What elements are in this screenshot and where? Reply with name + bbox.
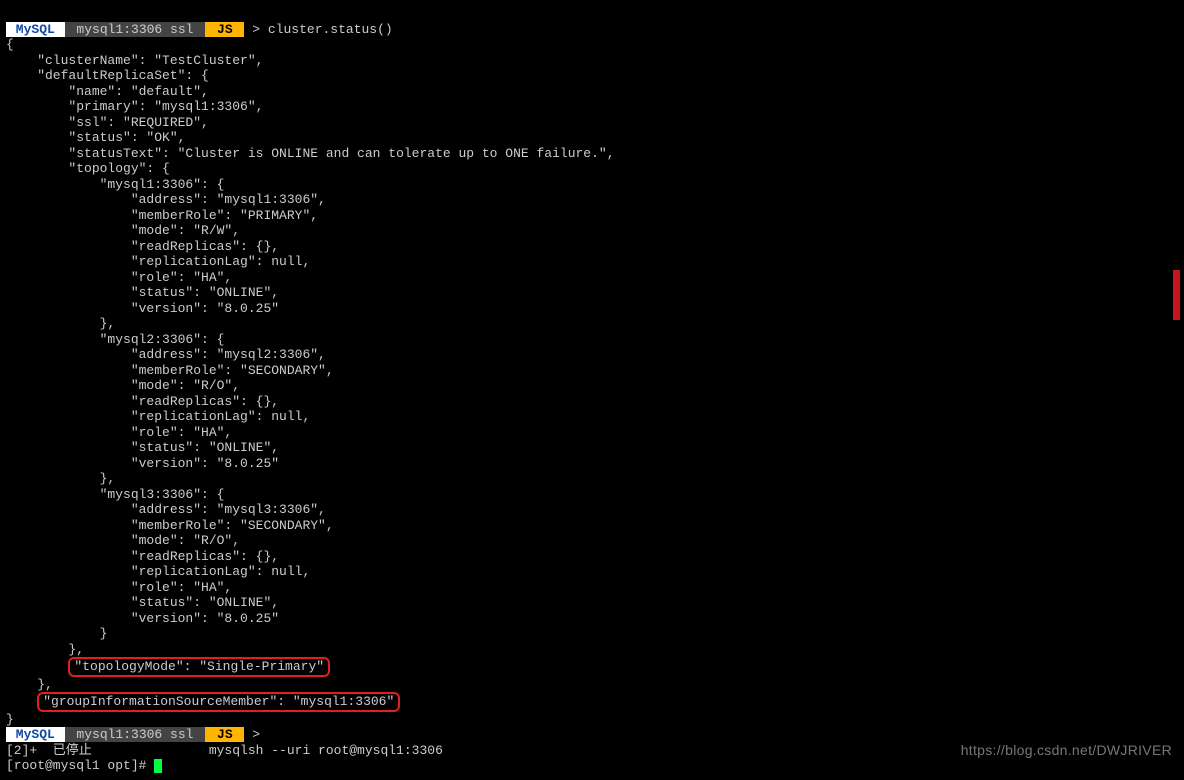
- watermark-text: https://blog.csdn.net/DWJRIVER: [961, 743, 1172, 759]
- command-text: cluster.status(): [268, 22, 393, 37]
- json-line: "readReplicas": {},: [6, 239, 279, 254]
- mysql-tag: MySQL: [6, 22, 65, 37]
- json-line: }: [6, 626, 107, 641]
- scrollbar-thumb[interactable]: [1173, 270, 1180, 320]
- json-line: "role": "HA",: [6, 425, 232, 440]
- json-line: "replicationLag": null,: [6, 409, 310, 424]
- json-line: "version": "8.0.25": [6, 301, 279, 316]
- highlight-group-info-source: "groupInformationSourceMember": "mysql1:…: [37, 692, 400, 712]
- json-line: "address": "mysql2:3306",: [6, 347, 326, 362]
- json-line: "address": "mysql1:3306",: [6, 192, 326, 207]
- json-line: },: [6, 642, 84, 657]
- json-line: "mysql1:3306": {: [6, 177, 224, 192]
- json-line: "version": "8.0.25": [6, 456, 279, 471]
- terminal-output[interactable]: MySQL mysql1:3306 ssl JS > cluster.statu…: [0, 0, 1184, 780]
- root-prompt[interactable]: [root@mysql1 opt]#: [6, 758, 154, 773]
- prompt-chevron: >: [252, 727, 260, 742]
- json-line: "statusText": "Cluster is ONLINE and can…: [6, 146, 615, 161]
- json-line: },: [6, 471, 115, 486]
- json-line: }: [6, 712, 14, 727]
- json-line: "mode": "R/O",: [6, 378, 240, 393]
- json-line: "name": "default",: [6, 84, 209, 99]
- json-line: "status": "ONLINE",: [6, 285, 279, 300]
- json-line: "memberRole": "PRIMARY",: [6, 208, 318, 223]
- json-line: "readReplicas": {},: [6, 394, 279, 409]
- stopped-line: [2]+ 已停止 mysqlsh --uri root@mysql1:3306: [6, 743, 443, 758]
- js-tag: JS: [205, 727, 244, 742]
- json-line: "address": "mysql3:3306",: [6, 502, 326, 517]
- json-line: "version": "8.0.25": [6, 611, 279, 626]
- json-line: "readReplicas": {},: [6, 549, 279, 564]
- json-line: "status": "ONLINE",: [6, 440, 279, 455]
- json-line: "topology": {: [6, 161, 170, 176]
- json-line: "status": "OK",: [6, 130, 185, 145]
- json-line: "memberRole": "SECONDARY",: [6, 363, 334, 378]
- json-line: "mysql2:3306": {: [6, 332, 224, 347]
- json-line: "role": "HA",: [6, 270, 232, 285]
- json-line: "mysql3:3306": {: [6, 487, 224, 502]
- json-line: "role": "HA",: [6, 580, 232, 595]
- json-line: "mode": "R/W",: [6, 223, 240, 238]
- json-line: "clusterName": "TestCluster",: [6, 53, 263, 68]
- host-tag: mysql1:3306 ssl: [65, 22, 206, 37]
- mysql-tag: MySQL: [6, 727, 65, 742]
- json-line: "defaultReplicaSet": {: [6, 68, 209, 83]
- prompt-chevron: >: [252, 22, 260, 37]
- json-line: "replicationLag": null,: [6, 564, 310, 579]
- js-tag: JS: [205, 22, 244, 37]
- json-line: "status": "ONLINE",: [6, 595, 279, 610]
- highlight-topology-mode: "topologyMode": "Single-Primary": [68, 657, 330, 677]
- json-line: "memberRole": "SECONDARY",: [6, 518, 334, 533]
- json-line: {: [6, 37, 14, 52]
- json-line: "mode": "R/O",: [6, 533, 240, 548]
- json-line: "replicationLag": null,: [6, 254, 310, 269]
- json-line: },: [6, 677, 53, 692]
- host-tag: mysql1:3306 ssl: [65, 727, 206, 742]
- json-line: "primary": "mysql1:3306",: [6, 99, 263, 114]
- json-line: "ssl": "REQUIRED",: [6, 115, 209, 130]
- cursor-icon: [154, 759, 162, 773]
- json-line: },: [6, 316, 115, 331]
